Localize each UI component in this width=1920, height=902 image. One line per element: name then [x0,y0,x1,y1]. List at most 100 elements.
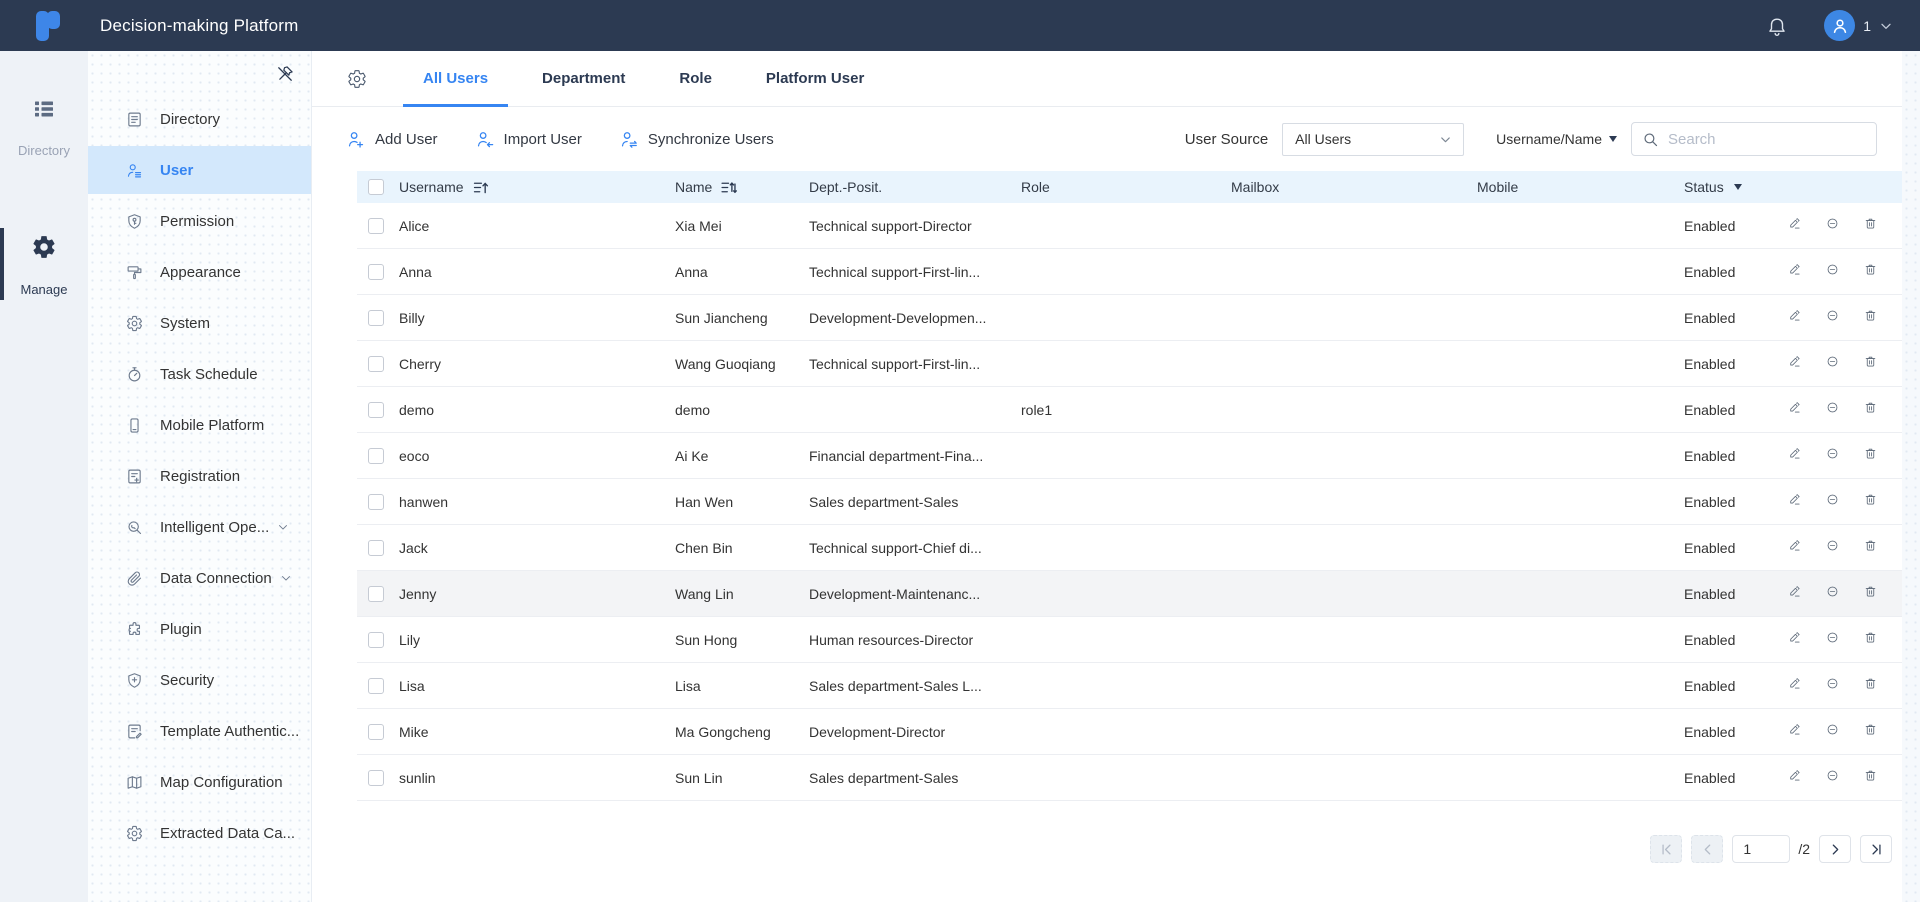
disable-row-button[interactable] [1826,493,1839,511]
sidebar-item-extracted-data-ca[interactable]: Extracted Data Ca... [88,809,311,857]
disable-row-button[interactable] [1826,723,1839,741]
table-row[interactable]: Anna Anna Technical support-First-lin... En… [357,249,1902,295]
row-checkbox[interactable] [368,539,384,556]
disable-row-button[interactable] [1826,217,1839,235]
edit-row-button[interactable] [1788,723,1801,741]
synchronize-users-button[interactable]: Synchronize Users [620,130,774,149]
select-all-checkbox[interactable] [368,179,384,195]
delete-row-button[interactable] [1864,723,1877,741]
delete-row-button[interactable] [1864,263,1877,281]
delete-row-button[interactable] [1864,309,1877,327]
sidebar-item-user[interactable]: User [88,146,311,194]
row-checkbox[interactable] [368,585,384,602]
disable-row-button[interactable] [1826,677,1839,695]
row-checkbox[interactable] [368,447,384,464]
sidebar-item-mobile-platform[interactable]: Mobile Platform [88,401,311,449]
table-row[interactable]: hanwen Han Wen Sales department-Sales Enabl… [357,479,1902,525]
table-row[interactable]: Cherry Wang Guoqiang Technical support-Fir… [357,341,1902,387]
edit-row-button[interactable] [1788,447,1801,465]
notifications-bell-icon[interactable] [1766,15,1788,37]
sidebar-item-intelligent-ope[interactable]: Intelligent Ope... [88,503,311,551]
table-row[interactable]: Billy Sun Jiancheng Development-Developmen… [357,295,1902,341]
row-checkbox[interactable] [368,769,384,786]
edit-row-button[interactable] [1788,631,1801,649]
user-source-select[interactable]: All Users [1282,122,1465,156]
row-checkbox[interactable] [368,355,384,372]
first-page-button[interactable] [1650,835,1683,863]
row-checkbox[interactable] [368,401,384,418]
sort-ascending-icon[interactable] [472,179,489,196]
disable-row-button[interactable] [1826,263,1839,281]
search-input[interactable] [1668,130,1867,148]
rail-item-directory[interactable]: Directory [0,97,88,158]
table-row[interactable]: demo demo role1 Enabled [357,387,1902,433]
edit-row-button[interactable] [1788,355,1801,373]
sidebar-item-security[interactable]: Security [88,656,311,704]
sidebar-item-registration[interactable]: Registration [88,452,311,500]
next-page-button[interactable] [1819,835,1851,863]
row-checkbox[interactable] [368,217,384,234]
tab-platform-user[interactable]: Platform User [746,51,884,106]
delete-row-button[interactable] [1864,355,1877,373]
edit-row-button[interactable] [1788,493,1801,511]
tab-role[interactable]: Role [659,51,732,106]
row-checkbox[interactable] [368,309,384,326]
user-avatar[interactable] [1824,10,1856,41]
chevron-down-icon[interactable] [1878,18,1894,34]
edit-row-button[interactable] [1788,217,1801,235]
sidebar-item-task-schedule[interactable]: Task Schedule [88,350,311,398]
page-number-input[interactable] [1732,835,1791,863]
sort-both-icon[interactable] [720,179,738,196]
delete-row-button[interactable] [1864,217,1877,235]
disable-row-button[interactable] [1826,355,1839,373]
edit-row-button[interactable] [1788,677,1801,695]
edit-row-button[interactable] [1788,401,1801,419]
disable-row-button[interactable] [1826,585,1839,603]
search-category-dropdown[interactable]: Username/Name [1496,131,1617,147]
delete-row-button[interactable] [1864,447,1877,465]
tab-settings-gear-icon[interactable] [347,69,367,89]
edit-row-button[interactable] [1788,585,1801,603]
edit-row-button[interactable] [1788,309,1801,327]
sidebar-item-system[interactable]: System [88,299,311,347]
table-row[interactable]: Jack Chen Bin Technical support-Chief di..… [357,525,1902,571]
disable-row-button[interactable] [1826,309,1839,327]
disable-row-button[interactable] [1826,631,1839,649]
edit-row-button[interactable] [1788,539,1801,557]
unpin-sidebar-icon[interactable] [275,64,295,84]
rail-item-manage[interactable]: Manage [0,228,88,300]
sidebar-item-map-configuration[interactable]: Map Configuration [88,758,311,806]
row-checkbox[interactable] [368,631,384,648]
status-filter-icon[interactable] [1733,184,1742,190]
add-user-button[interactable]: Add User [347,130,438,149]
table-row[interactable]: Alice Xia Mei Technical support-Director En… [357,203,1902,249]
delete-row-button[interactable] [1864,631,1877,649]
table-row[interactable]: Lisa Lisa Sales department-Sales L... Enabl… [357,663,1902,709]
previous-page-button[interactable] [1691,835,1724,863]
table-row[interactable]: Jenny Wang Lin Development-Maintenanc... En… [357,571,1902,617]
sidebar-item-template-authentic[interactable]: Template Authentic... [88,707,311,755]
table-row[interactable]: Lily Sun Hong Human resources-Director Enab… [357,617,1902,663]
row-checkbox[interactable] [368,723,384,740]
sidebar-item-appearance[interactable]: Appearance [88,248,311,296]
sidebar-item-data-connection[interactable]: Data Connection [88,554,311,602]
disable-row-button[interactable] [1826,769,1839,787]
edit-row-button[interactable] [1788,263,1801,281]
delete-row-button[interactable] [1864,493,1877,511]
disable-row-button[interactable] [1826,447,1839,465]
disable-row-button[interactable] [1826,401,1839,419]
delete-row-button[interactable] [1864,539,1877,557]
sidebar-item-permission[interactable]: Permission [88,197,311,245]
tab-department[interactable]: Department [522,51,645,106]
table-row[interactable]: eoco Ai Ke Financial department-Fina... Ena… [357,433,1902,479]
row-checkbox[interactable] [368,677,384,694]
table-row[interactable]: Mike Ma Gongcheng Development-Director Enab… [357,709,1902,755]
delete-row-button[interactable] [1864,585,1877,603]
delete-row-button[interactable] [1864,401,1877,419]
sidebar-item-directory[interactable]: Directory [88,95,311,143]
last-page-button[interactable] [1860,835,1892,863]
delete-row-button[interactable] [1864,677,1877,695]
edit-row-button[interactable] [1788,769,1801,787]
delete-row-button[interactable] [1864,769,1877,787]
row-checkbox[interactable] [368,493,384,510]
